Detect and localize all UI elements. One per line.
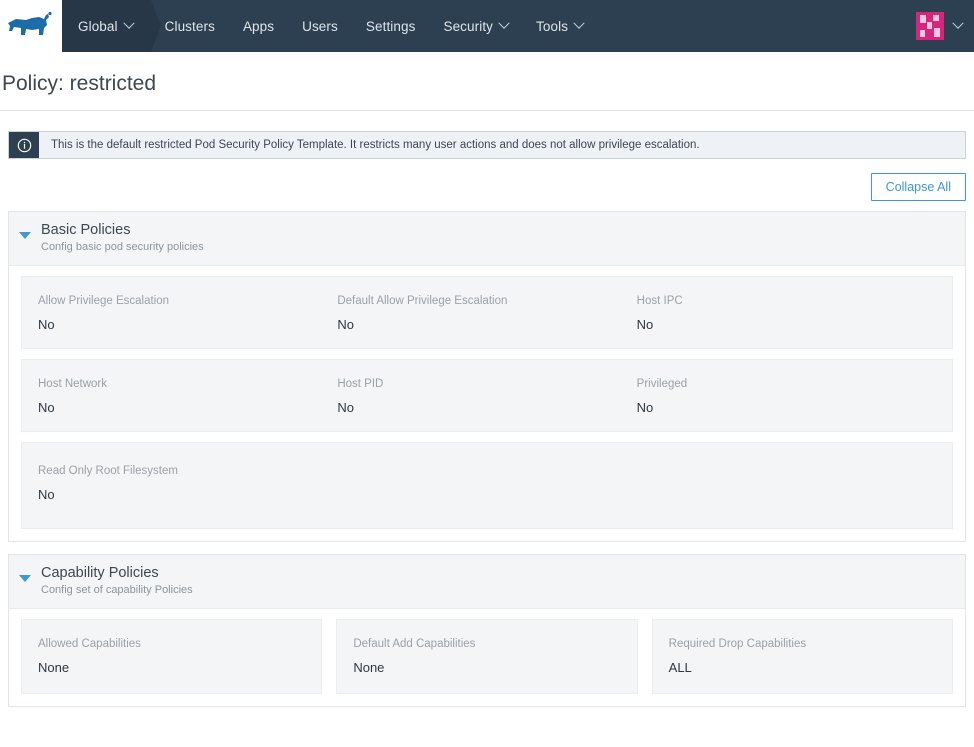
field-value: No — [38, 400, 325, 415]
nav-item-settings-label: Settings — [366, 19, 416, 34]
field-label: Default Allow Privilege Escalation — [337, 295, 624, 307]
field-label: Required Drop Capabilities — [669, 638, 936, 650]
field-value: None — [353, 660, 620, 675]
toolbar: Collapse All — [0, 159, 974, 211]
section-capability-policies-header[interactable]: Capability Policies Config set of capabi… — [9, 555, 965, 609]
page-root: Global Clusters Apps Users Settings Secu… — [0, 0, 974, 747]
nav-item-tools-label: Tools — [536, 19, 568, 34]
section-title: Capability Policies — [41, 564, 193, 582]
section-capability-policies: Capability Policies Config set of capabi… — [8, 554, 966, 707]
nav-item-clusters-label: Clusters — [165, 19, 215, 34]
field-label: Allow Privilege Escalation — [38, 295, 325, 307]
nav-item-security-label: Security — [443, 19, 493, 34]
caret-down-icon[interactable] — [19, 575, 31, 582]
field-row: Read Only Root Filesystem No — [21, 442, 953, 529]
field-label: Host IPC — [637, 295, 924, 307]
chevron-down-icon — [123, 18, 134, 29]
nav-item-settings[interactable]: Settings — [352, 0, 430, 52]
field-spacer — [337, 465, 636, 502]
nav-item-tools[interactable]: Tools — [522, 0, 597, 52]
nav-item-global-label: Global — [78, 19, 118, 34]
page-header: Policy: restricted — [0, 52, 974, 111]
section-capability-policies-body: Allowed Capabilities None Default Add Ca… — [9, 609, 965, 706]
nav-item-users[interactable]: Users — [288, 0, 352, 52]
field-privileged: Privileged No — [637, 378, 936, 415]
field-read-only-root-filesystem: Read Only Root Filesystem No — [38, 465, 337, 502]
section-title: Basic Policies — [41, 221, 204, 239]
chevron-down-icon — [498, 18, 509, 29]
field-value: ALL — [669, 660, 936, 675]
field-row: Host Network No Host PID No Privileged N… — [21, 359, 953, 432]
nav-item-global[interactable]: Global — [62, 0, 151, 52]
capability-card-row: Allowed Capabilities None Default Add Ca… — [21, 619, 953, 694]
collapse-all-button[interactable]: Collapse All — [871, 173, 966, 201]
field-label: Host PID — [337, 378, 624, 390]
section-basic-policies-titles: Basic Policies Config basic pod security… — [41, 221, 204, 255]
nav-item-users-label: Users — [302, 19, 338, 34]
field-label: Allowed Capabilities — [38, 638, 305, 650]
field-host-ipc: Host IPC No — [637, 295, 936, 332]
avatar[interactable] — [916, 12, 944, 40]
field-label: Privileged — [637, 378, 924, 390]
field-default-allow-privilege-escalation: Default Allow Privilege Escalation No — [337, 295, 636, 332]
field-value: No — [637, 317, 924, 332]
field-allow-privilege-escalation: Allow Privilege Escalation No — [38, 295, 337, 332]
page-title: Policy: restricted — [0, 72, 974, 96]
banner-wrap: This is the default restricted Pod Secur… — [0, 111, 974, 159]
info-banner-text: This is the default restricted Pod Secur… — [39, 132, 700, 158]
navbar-right — [916, 0, 974, 52]
nav-item-apps-label: Apps — [243, 19, 274, 34]
section-basic-policies-header[interactable]: Basic Policies Config basic pod security… — [9, 212, 965, 266]
card-required-drop-capabilities: Required Drop Capabilities ALL — [652, 619, 953, 694]
section-capability-policies-titles: Capability Policies Config set of capabi… — [41, 564, 193, 598]
caret-down-icon[interactable] — [19, 232, 31, 239]
section-basic-policies: Basic Policies Config basic pod security… — [8, 211, 966, 542]
rancher-cow-logo[interactable] — [0, 0, 62, 52]
chevron-down-icon[interactable] — [952, 18, 963, 29]
field-value: No — [38, 487, 325, 502]
field-label: Host Network — [38, 378, 325, 390]
section-subtitle: Config set of capability Policies — [41, 584, 193, 598]
field-value: None — [38, 660, 305, 675]
nav-items: Global Clusters Apps Users Settings Secu… — [62, 0, 916, 52]
field-row: Allow Privilege Escalation No Default Al… — [21, 276, 953, 349]
field-value: No — [337, 400, 624, 415]
field-label: Read Only Root Filesystem — [38, 465, 325, 477]
section-subtitle: Config basic pod security policies — [41, 241, 204, 255]
field-value: No — [337, 317, 624, 332]
field-label: Default Add Capabilities — [353, 638, 620, 650]
nav-item-apps[interactable]: Apps — [229, 0, 288, 52]
nav-item-clusters[interactable]: Clusters — [151, 0, 229, 52]
field-spacer — [637, 465, 936, 502]
info-banner: This is the default restricted Pod Secur… — [8, 131, 966, 159]
section-basic-policies-body: Allow Privilege Escalation No Default Al… — [9, 266, 965, 541]
field-host-pid: Host PID No — [337, 378, 636, 415]
field-host-network: Host Network No — [38, 378, 337, 415]
card-default-add-capabilities: Default Add Capabilities None — [336, 619, 637, 694]
field-value: No — [637, 400, 924, 415]
chevron-down-icon — [573, 18, 584, 29]
info-circle-icon — [9, 132, 39, 158]
card-allowed-capabilities: Allowed Capabilities None — [21, 619, 322, 694]
field-value: No — [38, 317, 325, 332]
top-navbar: Global Clusters Apps Users Settings Secu… — [0, 0, 974, 52]
nav-item-security[interactable]: Security — [429, 0, 522, 52]
